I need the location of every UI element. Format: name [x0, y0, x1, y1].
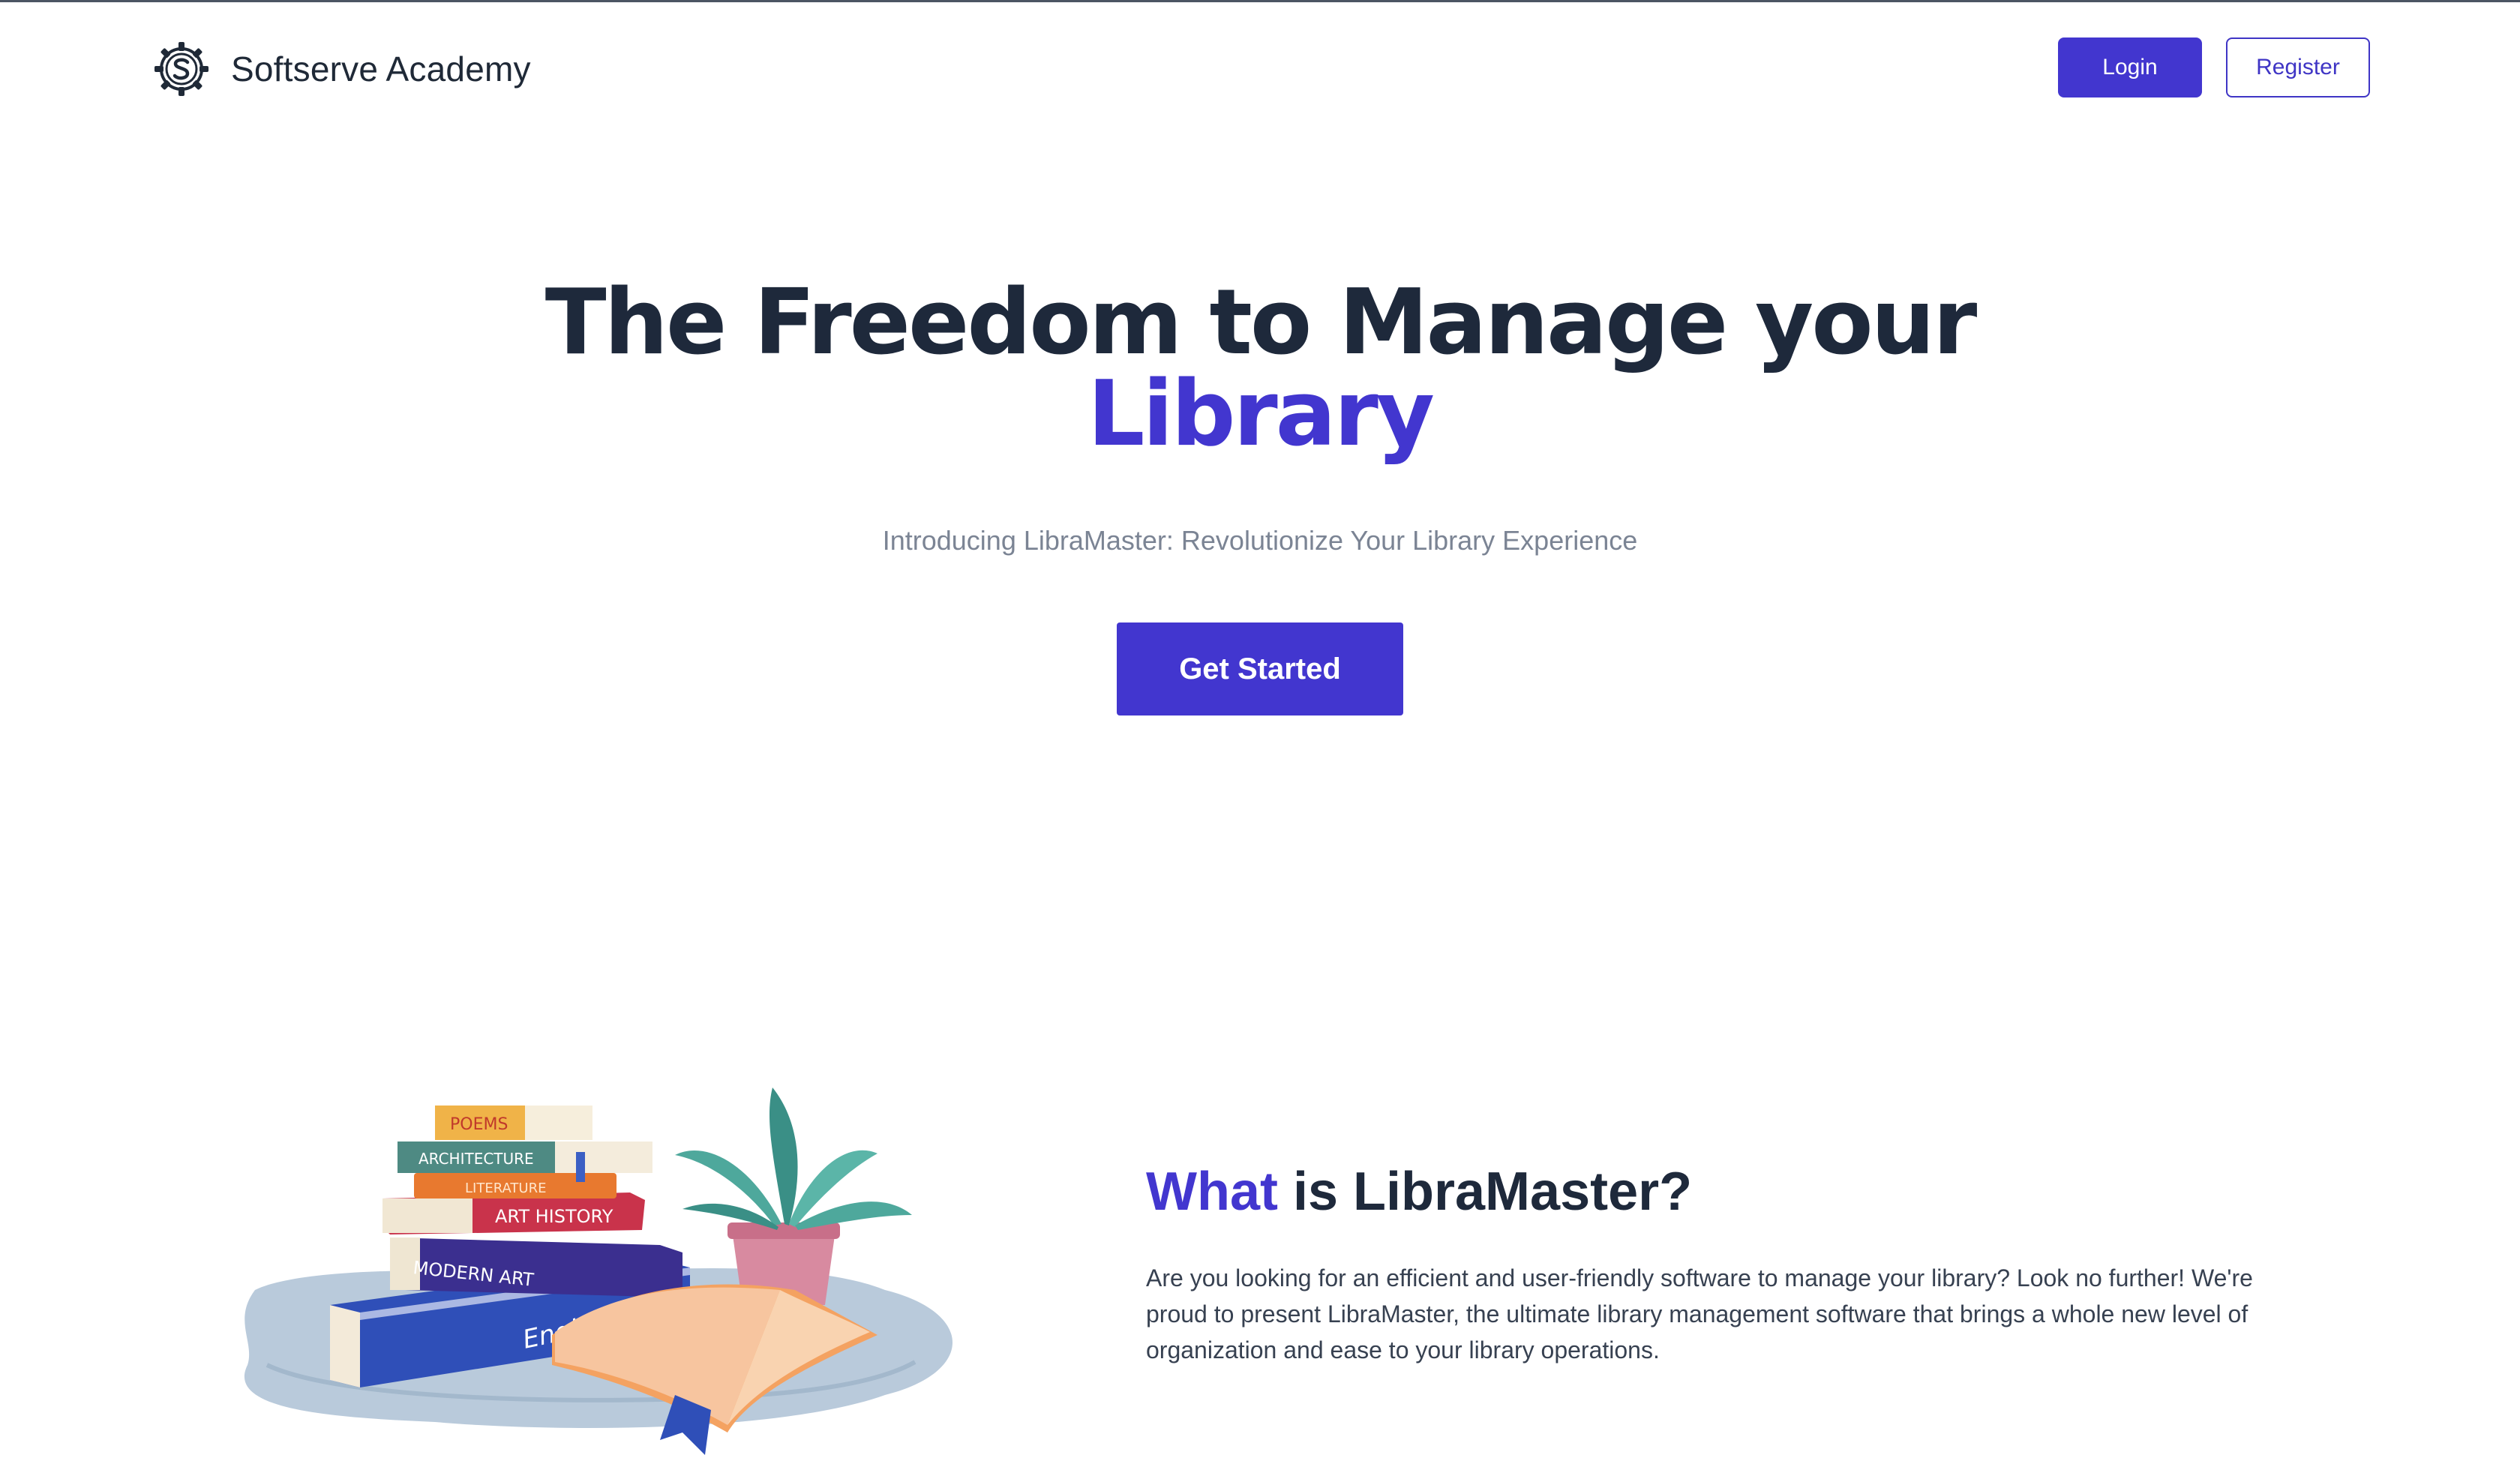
- book-label-architecture: ARCHITECTURE: [418, 1150, 534, 1168]
- brand-home-link[interactable]: Softserve Academy: [153, 40, 531, 98]
- books-and-plant-illustration: English MODERN ART ART HISTORY LITERATUR…: [244, 1088, 952, 1455]
- about-title-accent: What: [1146, 1162, 1278, 1222]
- softserve-gear-logo-icon: [154, 42, 208, 96]
- brand-name: Softserve Academy: [231, 50, 531, 88]
- top-navbar: Softserve Academy Login Register: [0, 0, 2520, 135]
- login-button[interactable]: Login: [2058, 38, 2202, 98]
- book-label-literature: LITERATURE: [465, 1180, 546, 1196]
- hero-title: The Freedom to Manage your Library: [0, 278, 2520, 460]
- hero-subtitle: Introducing LibraMaster: Revolutionize Y…: [882, 525, 1638, 556]
- about-title: What is LibraMaster?: [1146, 1161, 1692, 1222]
- about-description: Are you looking for an efficient and use…: [1146, 1264, 2253, 1364]
- about-title-rest: is LibraMaster?: [1277, 1162, 1693, 1222]
- hero-title-accent: Library: [1087, 362, 1435, 466]
- book-label-art-history: ART HISTORY: [495, 1206, 614, 1227]
- hero-title-main: The Freedom to Manage your: [544, 271, 1978, 375]
- register-button[interactable]: Register: [2226, 38, 2370, 98]
- book-label-poems: POEMS: [450, 1115, 508, 1134]
- get-started-button[interactable]: Get Started: [1117, 622, 1403, 716]
